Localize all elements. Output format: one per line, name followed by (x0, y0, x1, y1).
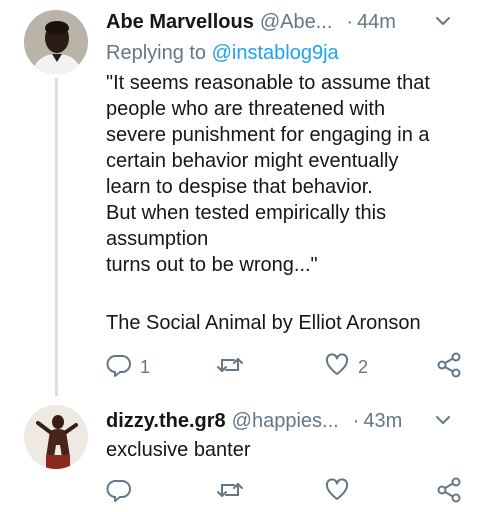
share-button[interactable] (436, 477, 462, 508)
tweet-line: The Social Animal by Elliot Aronson (106, 312, 421, 334)
tweet-line: "It seems reasonable to assume that (106, 72, 430, 94)
tweet-line: people who are threatened with (106, 98, 386, 120)
reply-icon (106, 352, 132, 383)
tweet-line (106, 278, 456, 304)
tweet-line: assumption (106, 228, 209, 250)
tweet-line: certain behavior might eventually (106, 150, 399, 172)
tweet-actions (100, 477, 470, 507)
share-button[interactable] (436, 352, 462, 383)
tweet-text: exclusive banter (106, 437, 456, 463)
author-name[interactable]: Abe Marvellous (106, 11, 254, 34)
tweet-header: Abe Marvellous @Abe... · 44m (106, 8, 460, 36)
timestamp[interactable]: 43m (363, 410, 402, 433)
like-count: 2 (358, 357, 369, 377)
tweet-abe[interactable]: Abe Marvellous @Abe... · 44m Replying to… (0, 0, 480, 396)
tweet-actions: 1 2 (100, 352, 470, 382)
retweet-button[interactable] (216, 477, 244, 508)
author-name[interactable]: dizzy.the.gr8 (106, 410, 226, 433)
avatar[interactable] (24, 10, 88, 74)
share-icon (436, 477, 462, 508)
reply-icon (106, 477, 132, 508)
tweet-line: learn to despise that behavior. (106, 176, 373, 198)
tweet-header: dizzy.the.gr8 @happies... · 43m (106, 407, 460, 435)
author-handle[interactable]: @happies... (232, 410, 339, 433)
separator: · (352, 409, 360, 432)
like-button[interactable]: 2 (324, 352, 368, 383)
reply-button[interactable]: 1 (106, 352, 150, 383)
avatar[interactable] (24, 405, 88, 469)
retweet-icon (216, 352, 244, 383)
chevron-down-icon[interactable] (434, 411, 452, 435)
reply-count: 1 (140, 357, 151, 377)
like-icon (324, 477, 350, 508)
tweet-text: "It seems reasonable to assume that peop… (106, 70, 456, 336)
retweet-icon (216, 477, 244, 508)
like-button[interactable] (324, 477, 350, 508)
replying-to: Replying to @instablog9ja (106, 42, 339, 65)
reply-button[interactable] (106, 477, 132, 508)
retweet-button[interactable] (216, 352, 244, 383)
separator: · (346, 10, 354, 33)
chevron-down-icon[interactable] (434, 12, 452, 36)
tweet-line: turns out to be wrong..." (106, 254, 318, 276)
author-handle[interactable]: @Abe... (260, 11, 333, 34)
tweet-line: exclusive banter (106, 439, 251, 461)
tweet-dizzy[interactable]: dizzy.the.gr8 @happies... · 43m exclusiv… (0, 395, 480, 512)
like-icon (324, 352, 350, 383)
share-icon (436, 352, 462, 383)
timestamp[interactable]: 44m (357, 11, 396, 34)
tweet-line: But when tested empirically this (106, 202, 387, 224)
replying-to-handle[interactable]: @instablog9ja (212, 42, 339, 64)
replying-to-label: Replying to (106, 42, 207, 64)
thread-line (55, 78, 58, 396)
tweet-line: severe punishment for engaging in a (106, 124, 430, 146)
